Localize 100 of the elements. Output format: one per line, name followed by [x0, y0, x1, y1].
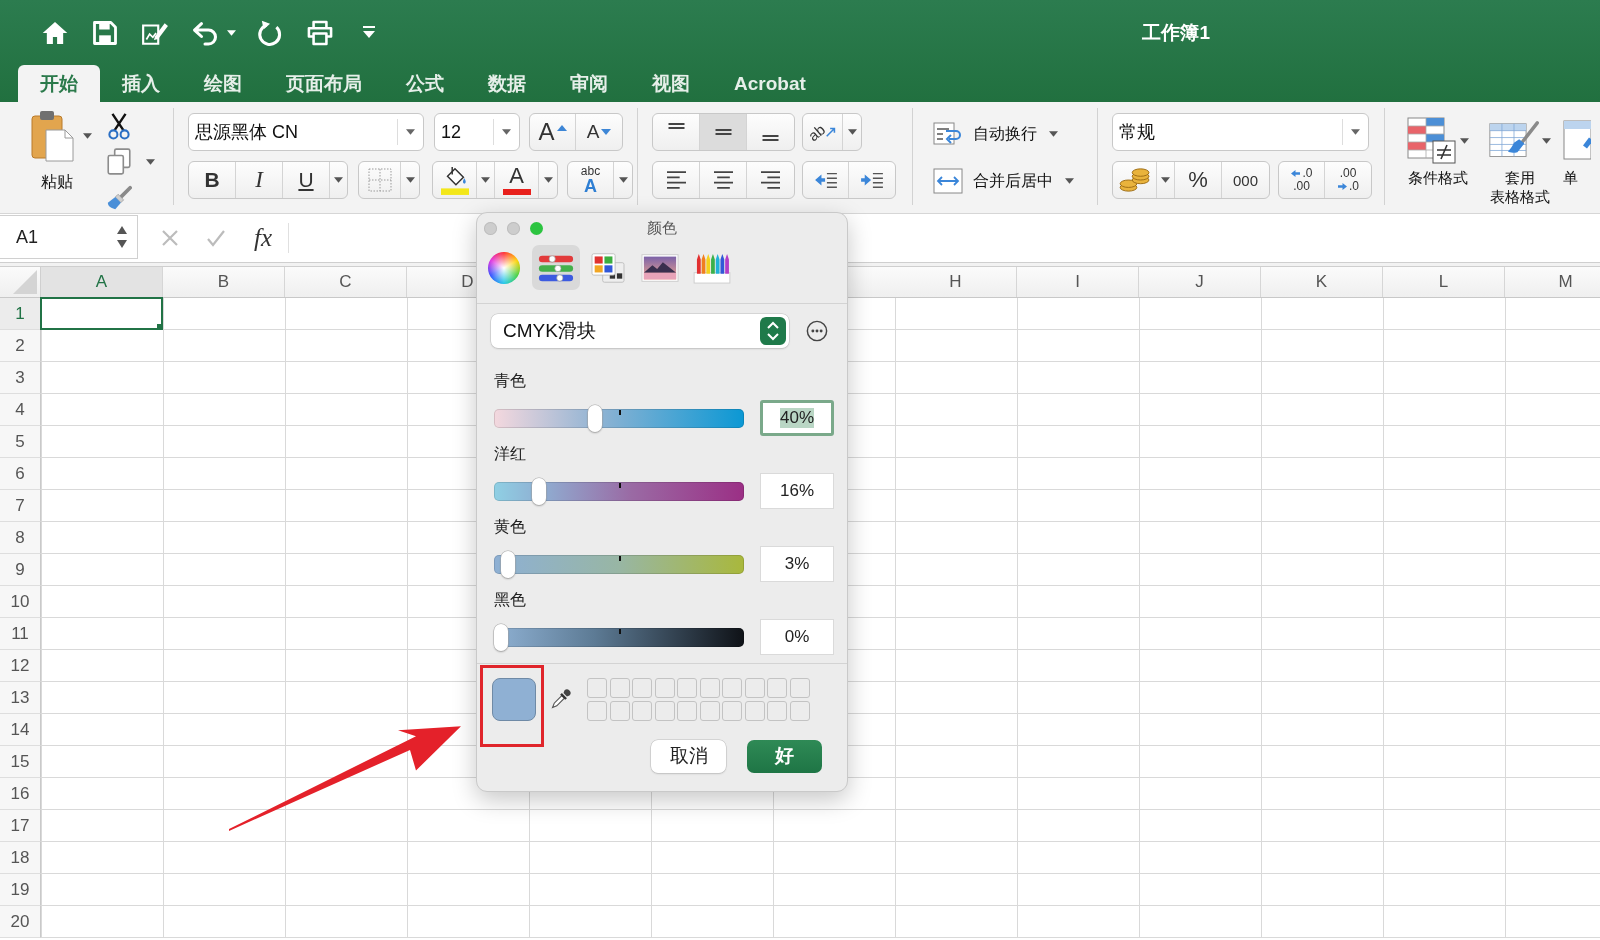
color-mode-tab[interactable]: [532, 245, 580, 290]
wrap-text-button[interactable]: 自动换行: [933, 117, 1097, 151]
number-format-dropdown[interactable]: 常规: [1112, 113, 1369, 151]
ribbon-tab[interactable]: 插入: [100, 65, 182, 102]
caret-icon[interactable]: [1460, 138, 1469, 144]
font-size-button[interactable]: A: [530, 114, 576, 150]
slider-thumb[interactable]: [588, 404, 603, 432]
coins-icon[interactable]: [1118, 167, 1151, 193]
swatch-slot[interactable]: [677, 678, 697, 698]
slider-type-dropdown[interactable]: CMYK滑块: [491, 314, 789, 348]
paint-bucket-icon[interactable]: [440, 165, 469, 195]
eyedropper-icon[interactable]: [550, 688, 572, 711]
color-slider[interactable]: [494, 404, 744, 432]
stepper-icon[interactable]: [116, 224, 128, 250]
caret-icon[interactable]: [543, 177, 553, 183]
value-field[interactable]: 0%: [760, 619, 834, 655]
color-well[interactable]: [492, 678, 536, 721]
ribbon-tab[interactable]: 开始: [18, 65, 100, 102]
column-header[interactable]: K: [1261, 267, 1383, 297]
paste-button[interactable]: 粘贴: [18, 110, 96, 206]
row-header[interactable]: 10: [0, 586, 41, 618]
swatch-slot[interactable]: [609, 700, 630, 721]
caret-icon[interactable]: [334, 177, 343, 183]
swatch-slot[interactable]: [632, 678, 652, 698]
decimal-button[interactable]: .0 .00: [1279, 162, 1325, 198]
font-name-dropdown[interactable]: 思源黑体 CN: [188, 113, 424, 151]
row-header[interactable]: 11: [0, 618, 41, 650]
value-field[interactable]: 3%: [760, 546, 834, 582]
underline-button[interactable]: U: [283, 162, 330, 198]
row-header[interactable]: 17: [0, 810, 41, 842]
font-color-button[interactable]: A: [495, 162, 539, 198]
caret-icon[interactable]: [502, 129, 511, 135]
row-header[interactable]: 16: [0, 778, 41, 810]
row-header[interactable]: 6: [0, 458, 41, 490]
caret-icon[interactable]: [1542, 138, 1551, 144]
more-options-icon[interactable]: [806, 320, 828, 342]
swatch-slot[interactable]: [632, 700, 652, 721]
bold-button[interactable]: B: [189, 162, 236, 198]
swatch-slot[interactable]: [744, 678, 765, 698]
selected-cell[interactable]: [40, 297, 163, 330]
caret-icon[interactable]: [405, 177, 415, 183]
paintbrush-icon[interactable]: [106, 184, 132, 212]
cancel-button[interactable]: 取消: [651, 739, 726, 773]
swatch-slot[interactable]: [699, 700, 720, 721]
text-effects-button[interactable]: abc A: [568, 162, 614, 198]
row-header[interactable]: 2: [0, 330, 41, 362]
row-header[interactable]: 4: [0, 394, 41, 426]
decimal-button[interactable]: .00 .0: [1325, 162, 1371, 198]
row-header[interactable]: 13: [0, 682, 41, 714]
ribbon-tab[interactable]: Acrobat: [712, 65, 828, 102]
align-button[interactable]: [700, 114, 747, 150]
check-icon[interactable]: [206, 228, 226, 248]
italic-button[interactable]: I: [236, 162, 283, 198]
font-size-dropdown[interactable]: 12: [434, 113, 520, 151]
swatch-slot[interactable]: [767, 700, 787, 721]
row-header[interactable]: 18: [0, 842, 41, 874]
row-header[interactable]: 12: [0, 650, 41, 682]
row-header[interactable]: 14: [0, 714, 41, 746]
row-header[interactable]: 9: [0, 554, 41, 586]
caret-icon[interactable]: [847, 129, 857, 135]
fill-handle-icon[interactable]: [157, 324, 163, 330]
column-header[interactable]: J: [1139, 267, 1261, 297]
swatch-slot[interactable]: [789, 678, 810, 698]
ribbon-tab[interactable]: 数据: [466, 65, 548, 102]
ribbon-tab[interactable]: 绘图: [182, 65, 264, 102]
row-header[interactable]: 7: [0, 490, 41, 522]
swatch-slot[interactable]: [699, 678, 720, 698]
caret-icon[interactable]: [406, 129, 415, 135]
scissors-icon[interactable]: [106, 112, 132, 140]
increase-indent-icon[interactable]: [859, 170, 885, 190]
column-header[interactable]: I: [1017, 267, 1139, 297]
customize-toolbar-icon[interactable]: [362, 26, 376, 39]
color-slider[interactable]: [494, 623, 744, 651]
save-icon[interactable]: [91, 18, 119, 47]
caret-icon[interactable]: [82, 133, 92, 139]
ribbon-tab[interactable]: 审阅: [548, 65, 630, 102]
ribbon-tab[interactable]: 视图: [630, 65, 712, 102]
ribbon-tab[interactable]: 公式: [384, 65, 466, 102]
font-size-button[interactable]: A: [576, 114, 622, 150]
percent-button[interactable]: %: [1175, 162, 1222, 198]
row-header[interactable]: 8: [0, 522, 41, 554]
column-header[interactable]: A: [41, 267, 163, 297]
redo-icon[interactable]: [256, 18, 284, 47]
merge-center-button[interactable]: 合并后居中: [933, 164, 1097, 198]
column-header[interactable]: C: [285, 267, 407, 297]
thousands-button[interactable]: 000: [1222, 162, 1269, 198]
column-header[interactable]: B: [163, 267, 285, 297]
slider-thumb[interactable]: [531, 477, 546, 505]
swatch-slot[interactable]: [722, 678, 742, 698]
orientation-button[interactable]: ab: [803, 114, 843, 150]
caret-icon[interactable]: [1351, 129, 1360, 135]
caret-icon[interactable]: [1049, 131, 1058, 137]
value-field[interactable]: 16%: [760, 473, 834, 509]
ribbon-tab[interactable]: 页面布局: [264, 65, 384, 102]
swatch-slot[interactable]: [767, 678, 787, 698]
slider-thumb[interactable]: [494, 623, 508, 651]
swatch-slot[interactable]: [722, 700, 742, 721]
row-header[interactable]: 1: [0, 298, 41, 330]
swatch-slot[interactable]: [654, 678, 675, 698]
value-field[interactable]: 40%: [760, 400, 834, 436]
